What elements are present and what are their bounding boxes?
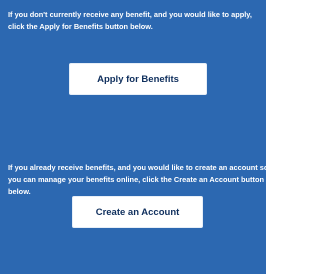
create-account-instructions: If you already receive benefits, and you… <box>8 163 269 196</box>
apply-instructions: If you don't currently receive any benef… <box>8 10 252 31</box>
apply-section: If you don't currently receive any benef… <box>8 9 266 95</box>
create-account-button[interactable]: Create an Account <box>72 196 203 228</box>
create-account-section: If you already receive benefits, and you… <box>8 162 268 228</box>
apply-for-benefits-button[interactable]: Apply for Benefits <box>69 63 207 95</box>
page-edge <box>266 0 270 274</box>
benefits-panel: If you don't currently receive any benef… <box>0 0 268 274</box>
